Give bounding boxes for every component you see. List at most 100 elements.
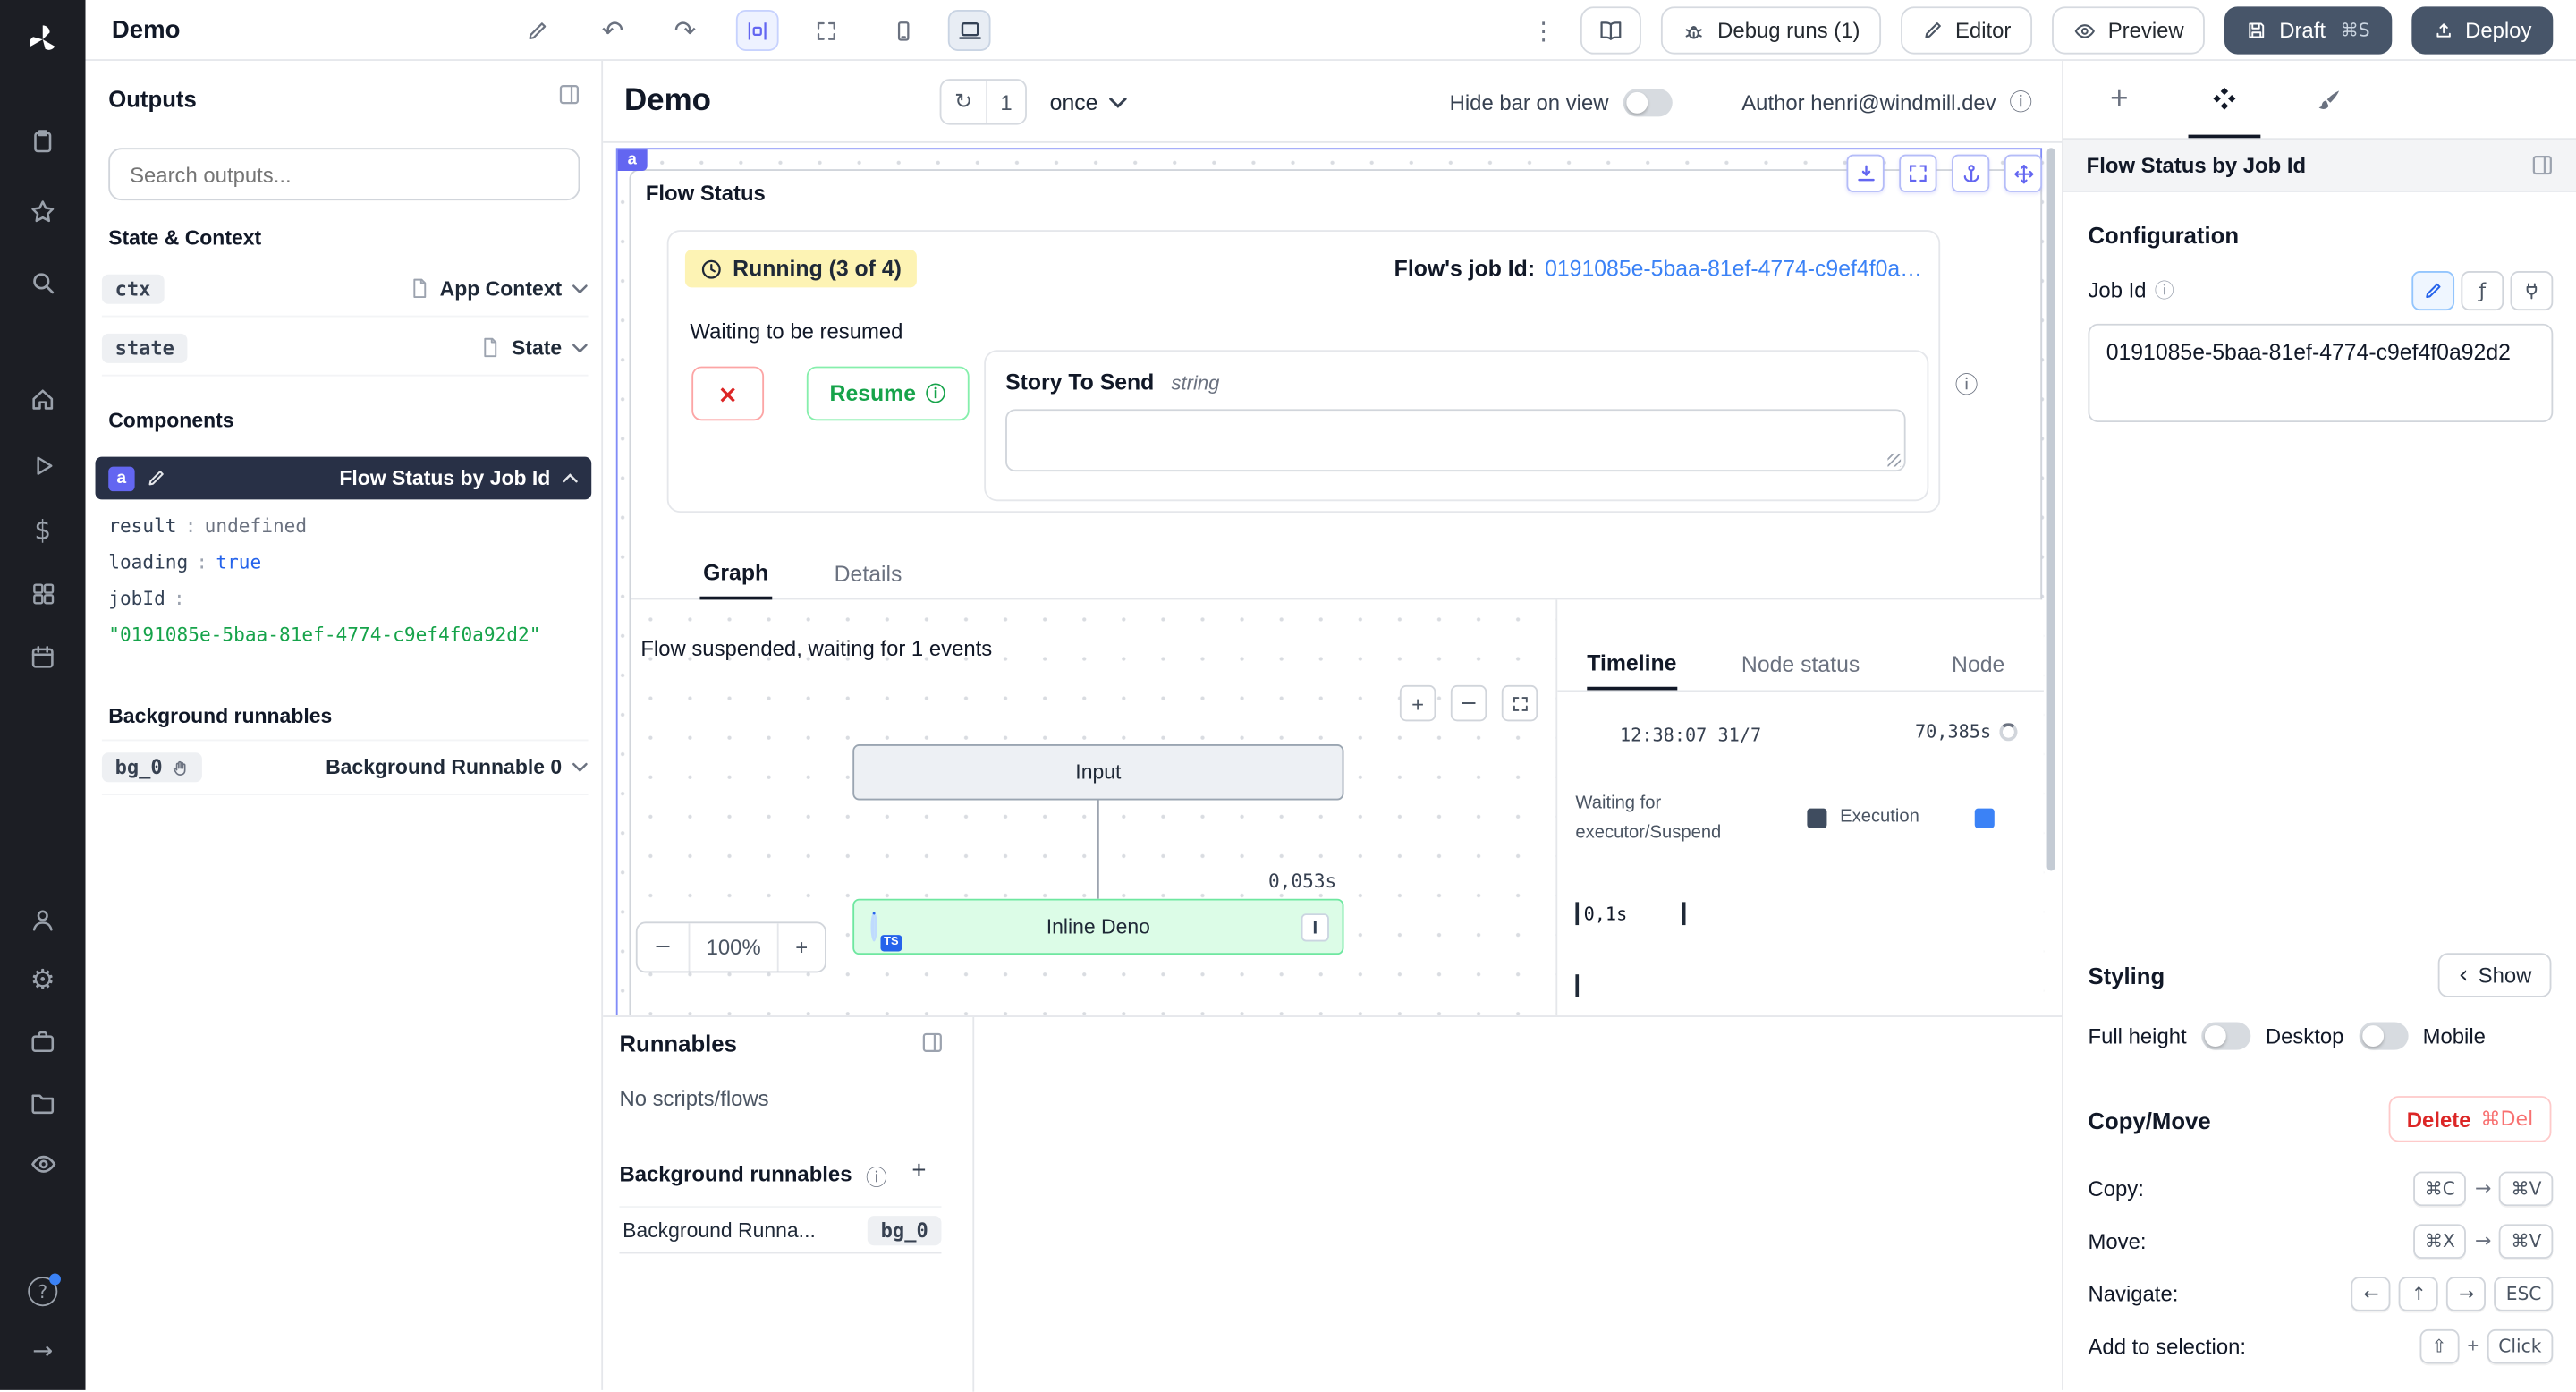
apps-clipboard-icon[interactable]	[0, 115, 86, 168]
canvas-title: Demo	[624, 61, 711, 143]
tab-timeline[interactable]: Timeline	[1587, 639, 1676, 690]
graph-node-inline-deno[interactable]: TS Inline Deno I	[852, 899, 1343, 955]
user-icon[interactable]	[0, 894, 86, 946]
fullscreen-button[interactable]	[805, 10, 848, 51]
desktop-mobile-toggle[interactable]	[2359, 1022, 2408, 1049]
home-icon[interactable]	[0, 373, 86, 426]
center-content-button[interactable]	[736, 10, 779, 51]
schedules-calendar-icon[interactable]	[0, 631, 86, 683]
docs-book-button[interactable]	[1581, 6, 1642, 54]
add-runnable-button[interactable]: +	[911, 1157, 926, 1184]
flow-status-card: Running (3 of 4) Flow's job Id: 0191085e…	[667, 230, 1940, 513]
kbd-shift: ⇧	[2419, 1328, 2459, 1363]
theme-brush-tab[interactable]	[2293, 61, 2366, 138]
hide-bar-toggle[interactable]	[1623, 88, 1673, 115]
windmill-logo-icon[interactable]	[0, 13, 86, 66]
search-outputs-input[interactable]	[108, 148, 580, 200]
panel-layout-icon[interactable]	[2530, 153, 2555, 178]
graph-fullscreen-button[interactable]	[1502, 685, 1538, 721]
draft-save-button[interactable]: Draft⌘S	[2225, 6, 2392, 54]
desktop-view-button[interactable]	[948, 10, 991, 51]
story-textarea[interactable]	[1005, 409, 1906, 471]
zoom-out-button[interactable]: −	[638, 923, 689, 971]
panel-layout-icon[interactable]	[920, 1031, 945, 1056]
cancel-flow-button[interactable]: ×	[691, 367, 764, 421]
delete-component-button[interactable]: Delete⌘Del	[2389, 1096, 2552, 1142]
audit-eye-icon[interactable]	[0, 1137, 86, 1190]
edit-title-pencil-icon[interactable]	[516, 10, 559, 51]
connect-plug-button[interactable]	[2511, 271, 2554, 310]
bg-runnable-item[interactable]: Background Runna... bg_0	[619, 1206, 941, 1253]
more-options-kebab-icon[interactable]: ⋮	[1525, 10, 1561, 51]
canvas-scrollbar[interactable]	[2047, 148, 2055, 870]
deploy-button[interactable]: Deploy	[2411, 6, 2553, 54]
tab-details[interactable]: Details	[831, 548, 905, 598]
workers-briefcase-icon[interactable]	[0, 1015, 86, 1068]
mobile-label: Mobile	[2423, 1023, 2486, 1048]
debug-runs-button[interactable]: Debug runs (1)	[1662, 6, 1882, 54]
graph-node-input[interactable]: Input	[852, 744, 1343, 800]
zoom-in-button[interactable]: +	[777, 923, 825, 971]
info-icon[interactable]: ⓘ	[2155, 276, 2174, 304]
tab-node-status[interactable]: Node status	[1741, 639, 1860, 690]
graph-zoom-out-button[interactable]: −	[1451, 685, 1487, 721]
refresh-control[interactable]: ↻ 1	[940, 79, 1028, 124]
collapse-arrow-icon[interactable]: →	[0, 1324, 86, 1377]
eval-fx-button[interactable]: ƒ	[2461, 271, 2504, 310]
job-id-link[interactable]: 0191085e-5baa-81ef-4774-c9ef4f0a…	[1545, 257, 1922, 282]
tab-graph[interactable]: Graph	[699, 548, 771, 599]
settings-gear-icon[interactable]: ⚙	[0, 955, 86, 1007]
folders-icon[interactable]	[0, 1076, 86, 1129]
app-canvas[interactable]: a Flow Status Running (3 of 4)	[603, 143, 2062, 1015]
preview-button[interactable]: Preview	[2052, 6, 2205, 54]
insert-component-tab[interactable]: +	[2083, 61, 2156, 138]
panel-divider	[972, 1017, 974, 1392]
ctx-row[interactable]: ctx App Context	[102, 261, 589, 317]
flow-tabs: Graph Details	[631, 548, 2040, 599]
panel-layout-icon[interactable]	[557, 82, 582, 107]
tab-node[interactable]: Node	[1952, 639, 2004, 690]
runs-play-icon[interactable]	[0, 438, 86, 491]
bg-runnable-row[interactable]: bg_0 Background Runnable 0	[102, 740, 589, 795]
favorites-star-icon[interactable]	[0, 186, 86, 239]
timeline-duration-wrap: 70,385s	[1915, 721, 2018, 743]
waiting-text: Waiting to be resumed	[690, 318, 902, 344]
component-settings-tab[interactable]	[2189, 61, 2261, 138]
static-input-pencil-button[interactable]	[2411, 271, 2454, 310]
search-icon[interactable]	[0, 257, 86, 310]
fullscreen-component-icon[interactable]	[1899, 155, 1936, 192]
redo-button[interactable]: ↷	[664, 10, 707, 51]
expand-component-icon[interactable]	[1846, 155, 1884, 192]
info-icon[interactable]: ⓘ	[1955, 368, 1979, 401]
undo-button[interactable]: ↶	[591, 10, 634, 51]
move-component-icon[interactable]	[2004, 155, 2042, 192]
app-title: Demo	[112, 0, 181, 61]
resume-button[interactable]: Resume ⓘ	[807, 367, 969, 421]
component-outputs: result:undefined loading:true jobId: "01…	[108, 508, 540, 653]
hide-bar-label: Hide bar on view	[1450, 89, 1609, 115]
editor-button[interactable]: Editor	[1901, 6, 2032, 54]
resources-grid-icon[interactable]	[0, 567, 86, 620]
state-context-label: State & Context	[108, 226, 261, 250]
styling-show-button[interactable]: ‹ Show	[2439, 953, 2552, 997]
refresh-mode-select[interactable]: once	[1050, 61, 1128, 143]
flow-status-component[interactable]: Flow Status Running (3 of 4) Flow's job …	[629, 169, 2042, 1015]
timeline-panel: Timeline Node status Node 12:38:07 31/7 …	[1555, 599, 2044, 1015]
doc-icon	[409, 277, 430, 299]
suspended-message: Flow suspended, waiting for 1 events	[640, 636, 992, 661]
help-icon[interactable]: ?	[0, 1265, 86, 1318]
full-height-toggle[interactable]	[2201, 1022, 2250, 1049]
variables-dollar-icon[interactable]: $	[0, 503, 86, 556]
graph-zoom-in-button[interactable]: +	[1400, 685, 1436, 721]
info-icon[interactable]: ⓘ	[2009, 86, 2032, 119]
jobid-textarea[interactable]: 0191085e-5baa-81ef-4774-c9ef4f0a92d2	[2088, 324, 2553, 422]
flow-graph[interactable]: Flow suspended, waiting for 1 events + −…	[631, 599, 1555, 1015]
component-row-selected[interactable]: a Flow Status by Job Id	[96, 457, 592, 500]
tick-label: 0,1s	[1584, 903, 1628, 924]
info-icon[interactable]: ⓘ	[866, 1160, 887, 1192]
mobile-view-button[interactable]	[882, 10, 925, 51]
background-runnables-label: Background runnables	[108, 705, 332, 728]
state-row[interactable]: state State	[102, 320, 589, 376]
refresh-icon[interactable]: ↻	[941, 81, 985, 123]
anchor-icon[interactable]	[1952, 155, 1989, 192]
